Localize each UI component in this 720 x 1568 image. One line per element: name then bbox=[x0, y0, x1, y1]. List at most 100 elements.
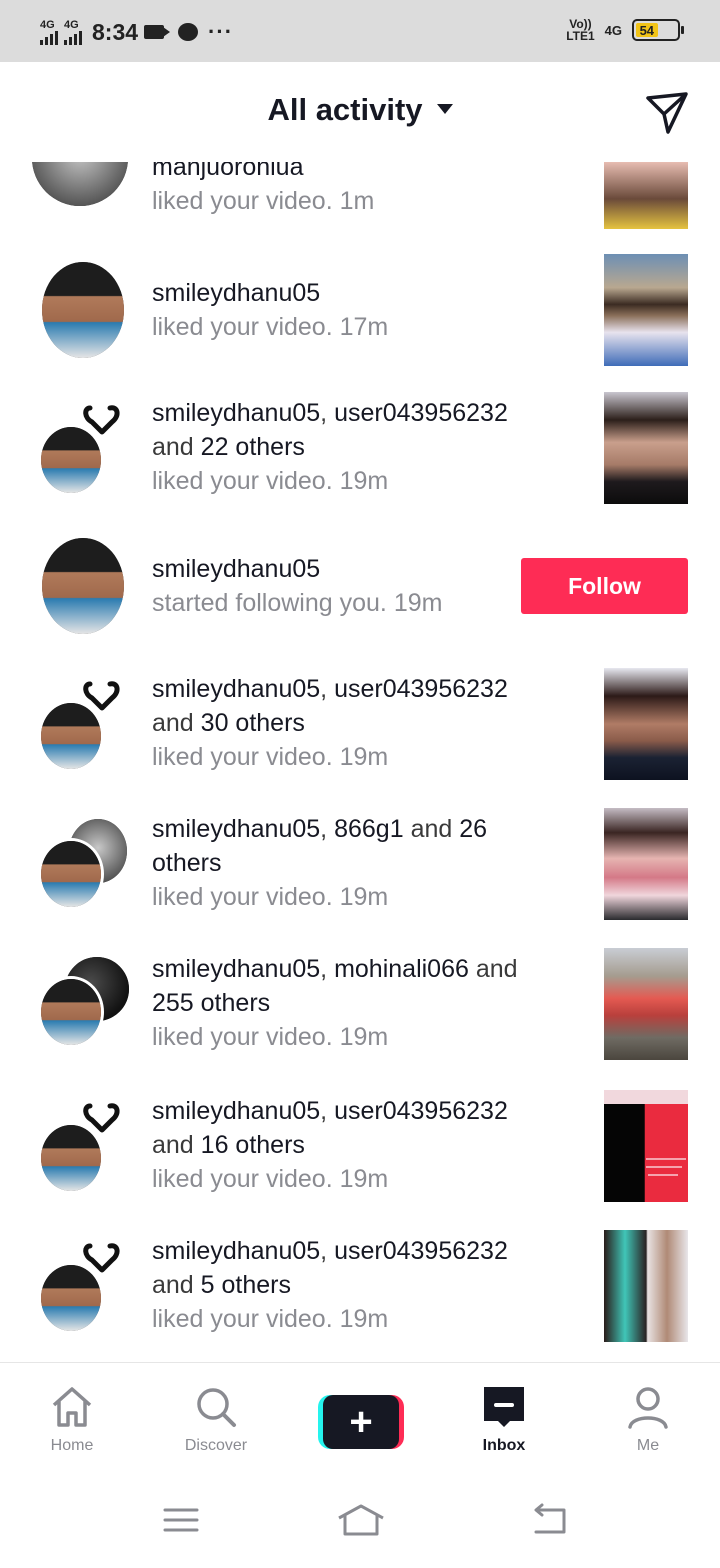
others-count[interactable]: 5 others bbox=[201, 1271, 291, 1299]
inbox-icon bbox=[484, 1387, 524, 1427]
actors-line: smileydhanu05, mohinali066 and bbox=[152, 952, 592, 986]
nav-home[interactable]: Home bbox=[12, 1383, 132, 1455]
signal-bars-icon bbox=[64, 30, 82, 45]
username[interactable]: smileydhanu05 bbox=[152, 815, 320, 843]
video-thumbnail[interactable] bbox=[604, 162, 688, 229]
back-icon[interactable] bbox=[530, 1502, 570, 1538]
username[interactable]: smileydhanu05 bbox=[152, 552, 512, 586]
system-navigation-bar bbox=[0, 1472, 720, 1568]
follow-button[interactable]: Follow bbox=[521, 558, 688, 614]
username-second[interactable]: mohinali066 bbox=[334, 955, 469, 983]
others-count[interactable]: 255 others bbox=[152, 989, 270, 1017]
home-outline-icon[interactable] bbox=[336, 1502, 386, 1538]
page-title: All activity bbox=[267, 92, 423, 127]
avatar-group[interactable] bbox=[36, 816, 132, 912]
paper-plane-icon[interactable] bbox=[644, 90, 690, 136]
others-line: others bbox=[152, 846, 572, 880]
video-thumbnail[interactable] bbox=[604, 808, 688, 920]
username-second[interactable]: user043956232 bbox=[334, 1237, 508, 1265]
others-count[interactable]: 22 others bbox=[201, 433, 305, 461]
notification-meta: liked your video. 1m bbox=[152, 184, 572, 218]
username-second[interactable]: user043956232 bbox=[334, 399, 508, 427]
notification-meta: liked your video. 19m bbox=[152, 1020, 592, 1054]
username[interactable]: smileydhanu05 bbox=[152, 675, 320, 703]
menu-icon[interactable] bbox=[161, 1502, 201, 1538]
username-second[interactable]: user043956232 bbox=[334, 1097, 508, 1125]
username[interactable]: smileydhanu05 bbox=[152, 955, 320, 983]
avatar-group[interactable] bbox=[36, 678, 132, 774]
others-count[interactable]: 30 others bbox=[201, 709, 305, 737]
notification-item[interactable]: smileydhanu05, user043956232 and 30 othe… bbox=[0, 668, 720, 808]
nav-inbox[interactable]: Inbox bbox=[444, 1383, 564, 1455]
video-thumbnail[interactable] bbox=[604, 1230, 688, 1342]
notification-meta: liked your video. 19m bbox=[152, 464, 572, 498]
notification-meta: liked your video. 17m bbox=[152, 310, 572, 344]
others-word[interactable]: others bbox=[152, 849, 221, 877]
others-line: 255 others bbox=[152, 986, 592, 1020]
username[interactable]: smileydhanu05 bbox=[152, 399, 320, 427]
separator: , bbox=[320, 815, 328, 843]
notification-item[interactable]: smileydhanu05, mohinali066 and 255 other… bbox=[0, 948, 720, 1088]
action-text: started following you. bbox=[152, 589, 387, 617]
video-camera-icon bbox=[144, 25, 171, 39]
notification-item[interactable]: smileydhanu05 started following you. 19m… bbox=[0, 538, 720, 668]
video-thumbnail[interactable] bbox=[604, 254, 688, 366]
action-text: liked your video. bbox=[152, 1305, 333, 1333]
username-second[interactable]: 866g1 bbox=[334, 815, 404, 843]
notification-text: smileydhanu05 started following you. 19m bbox=[152, 552, 512, 620]
and-text: and bbox=[152, 1131, 194, 1159]
username[interactable]: manjuoroniua bbox=[152, 162, 572, 184]
action-text: liked your video. bbox=[152, 1165, 333, 1193]
notification-text: smileydhanu05 liked your video. 17m bbox=[152, 276, 572, 344]
others-count[interactable]: 16 others bbox=[201, 1131, 305, 1159]
others-line: and 16 others bbox=[152, 1128, 572, 1162]
activity-filter-dropdown[interactable]: All activity bbox=[0, 92, 720, 128]
username[interactable]: smileydhanu05 bbox=[152, 276, 572, 310]
notification-meta: liked your video. 19m bbox=[152, 740, 572, 774]
notification-item[interactable]: smileydhanu05 liked your video. 17m bbox=[0, 254, 720, 384]
video-thumbnail[interactable] bbox=[604, 392, 688, 504]
separator: , bbox=[320, 1237, 328, 1265]
avatar-group[interactable] bbox=[36, 1240, 132, 1336]
battery-icon: 54 bbox=[632, 19, 684, 41]
notification-list[interactable]: manjuoroniua liked your video. 1m smiley… bbox=[0, 162, 720, 1362]
signal-bars-icon bbox=[40, 30, 58, 45]
notification-item[interactable]: smileydhanu05, user043956232 and 22 othe… bbox=[0, 392, 720, 532]
avatar[interactable] bbox=[36, 538, 132, 634]
volte-bottom: LTE1 bbox=[566, 29, 595, 43]
avatar[interactable] bbox=[36, 262, 132, 358]
status-bar: 4G 4G 8:34 ··· Vo)) LTE1 4G 54 bbox=[0, 0, 720, 62]
others-line: and 30 others bbox=[152, 706, 572, 740]
and-text: and bbox=[152, 709, 194, 737]
actors-line: smileydhanu05, user043956232 bbox=[152, 1234, 572, 1268]
video-thumbnail[interactable] bbox=[604, 1090, 688, 1202]
notification-item[interactable]: manjuoroniua liked your video. 1m bbox=[0, 162, 720, 230]
avatar[interactable] bbox=[32, 162, 132, 206]
timestamp: 17m bbox=[339, 313, 389, 341]
video-thumbnail[interactable] bbox=[604, 948, 688, 1060]
nav-me-label: Me bbox=[636, 1437, 660, 1454]
others-count[interactable]: 26 bbox=[459, 815, 487, 843]
action-text: liked your video. bbox=[152, 743, 333, 771]
notification-item[interactable]: smileydhanu05, user043956232 and 16 othe… bbox=[0, 1090, 720, 1230]
and-text: and bbox=[410, 815, 453, 843]
video-thumbnail[interactable] bbox=[604, 668, 688, 780]
avatar-group[interactable] bbox=[36, 1100, 132, 1196]
nav-me[interactable]: Me bbox=[588, 1383, 708, 1455]
create-video-button[interactable]: + bbox=[318, 1395, 404, 1449]
chat-bubble-icon bbox=[178, 23, 199, 41]
notification-item[interactable]: smileydhanu05, user043956232 and 5 other… bbox=[0, 1230, 720, 1362]
username-second[interactable]: user043956232 bbox=[334, 675, 508, 703]
username[interactable]: smileydhanu05 bbox=[152, 1237, 320, 1265]
notification-meta: liked your video. 19m bbox=[152, 880, 572, 914]
home-icon bbox=[52, 1387, 92, 1427]
timestamp: 19m bbox=[339, 743, 389, 771]
avatar-group[interactable] bbox=[36, 954, 132, 1050]
nav-discover[interactable]: Discover bbox=[156, 1383, 276, 1455]
avatar-group[interactable] bbox=[36, 402, 132, 498]
notification-item[interactable]: smileydhanu05, 866g1 and 26 others liked… bbox=[0, 808, 720, 948]
caret-down-icon bbox=[436, 103, 453, 114]
username[interactable]: smileydhanu05 bbox=[152, 1097, 320, 1125]
actors-line: smileydhanu05, user043956232 bbox=[152, 672, 572, 706]
more-notifications-icon: ··· bbox=[208, 19, 234, 44]
